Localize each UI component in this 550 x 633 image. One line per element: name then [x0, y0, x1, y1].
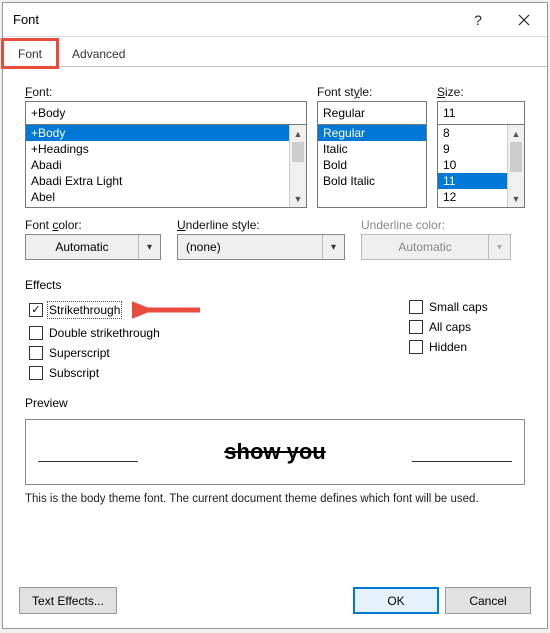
- font-label: Font:: [25, 85, 307, 99]
- size-label: Size:: [437, 85, 525, 99]
- list-item[interactable]: 10: [438, 157, 507, 173]
- checkbox-label: Small caps: [429, 300, 488, 314]
- tab-label: Advanced: [72, 47, 125, 61]
- combo-value: Automatic: [362, 235, 488, 259]
- checkbox-label: Superscript: [49, 346, 110, 360]
- checkbox-label: Subscript: [49, 366, 99, 380]
- font-color-combo[interactable]: Automatic ▾: [25, 234, 161, 260]
- titlebar: Font ?: [3, 3, 547, 37]
- checkbox-icon: [409, 340, 423, 354]
- window-title: Font: [13, 12, 455, 27]
- checkbox-icon: [29, 346, 43, 360]
- close-icon: [518, 14, 530, 26]
- text-effects-button[interactable]: Text Effects...: [19, 587, 117, 614]
- scrollbar[interactable]: ▲ ▼: [289, 125, 306, 207]
- dialog-content: Font: +Body+HeadingsAbadiAbadi Extra Lig…: [3, 67, 547, 577]
- underline-color-label: Underline color:: [361, 218, 511, 232]
- underline-style-combo[interactable]: (none) ▾: [177, 234, 345, 260]
- list-item[interactable]: Abel: [26, 189, 289, 205]
- combo-value: Automatic: [26, 235, 138, 259]
- chevron-down-icon: ▾: [488, 235, 510, 259]
- checkbox-label: Strikethrough: [49, 303, 120, 317]
- underline-color-combo: Automatic ▾: [361, 234, 511, 260]
- preview-text: show you: [224, 439, 325, 465]
- ok-button[interactable]: OK: [353, 587, 439, 614]
- list-item[interactable]: Abadi: [26, 157, 289, 173]
- tab-strip: Font Advanced: [3, 37, 547, 67]
- checkbox-icon: [29, 303, 43, 317]
- dialog-footer: Text Effects... OK Cancel: [3, 577, 547, 628]
- size-input[interactable]: [437, 101, 525, 125]
- list-item[interactable]: Italic: [318, 141, 426, 157]
- checkbox-strikethrough[interactable]: Strikethrough: [29, 300, 269, 320]
- preview-box: show you: [25, 419, 525, 485]
- checkbox-icon: [409, 300, 423, 314]
- effects-group: Strikethrough Double strikethrough Super…: [25, 298, 525, 382]
- checkbox-label: All caps: [429, 320, 471, 334]
- tab-label: Font: [18, 47, 42, 61]
- close-button[interactable]: [501, 4, 547, 36]
- checkbox-label: Hidden: [429, 340, 467, 354]
- list-item[interactable]: 9: [438, 141, 507, 157]
- font-color-label: Font color:: [25, 218, 161, 232]
- font-listbox[interactable]: +Body+HeadingsAbadiAbadi Extra LightAbel…: [25, 124, 307, 208]
- preview-description: This is the body theme font. The current…: [25, 493, 525, 505]
- checkbox-icon: [409, 320, 423, 334]
- chevron-down-icon: ▾: [322, 235, 344, 259]
- tab-advanced[interactable]: Advanced: [57, 40, 140, 67]
- chevron-down-icon: ▾: [138, 235, 160, 259]
- checkbox-double-strikethrough[interactable]: Double strikethrough: [29, 326, 269, 340]
- help-button[interactable]: ?: [455, 4, 501, 36]
- effects-group-label: Effects: [25, 278, 525, 292]
- list-item[interactable]: +Body: [26, 125, 289, 141]
- checkbox-icon: [29, 326, 43, 340]
- size-listbox[interactable]: 89101112 ▲ ▼: [437, 124, 525, 208]
- scroll-thumb[interactable]: [292, 142, 304, 162]
- checkbox-small-caps[interactable]: Small caps: [409, 300, 488, 314]
- tab-font[interactable]: Font: [3, 40, 57, 67]
- scroll-thumb[interactable]: [510, 142, 522, 172]
- scroll-down-icon[interactable]: ▼: [290, 190, 306, 207]
- scroll-up-icon[interactable]: ▲: [508, 125, 524, 142]
- color-row: Font color: Automatic ▾ Underline style:…: [25, 218, 525, 260]
- cancel-button[interactable]: Cancel: [445, 587, 531, 614]
- list-item[interactable]: Abadi Extra Light: [26, 173, 289, 189]
- checkbox-all-caps[interactable]: All caps: [409, 320, 488, 334]
- list-item[interactable]: 11: [438, 173, 507, 189]
- checkbox-hidden[interactable]: Hidden: [409, 340, 488, 354]
- list-item[interactable]: Regular: [318, 125, 426, 141]
- scrollbar[interactable]: ▲ ▼: [507, 125, 524, 207]
- scroll-up-icon[interactable]: ▲: [290, 125, 306, 142]
- list-item[interactable]: +Headings: [26, 141, 289, 157]
- list-item[interactable]: Bold Italic: [318, 173, 426, 189]
- checkbox-icon: [29, 366, 43, 380]
- scroll-down-icon[interactable]: ▼: [508, 190, 524, 207]
- font-style-label: Font style:: [317, 85, 427, 99]
- list-item[interactable]: 8: [438, 125, 507, 141]
- checkbox-superscript[interactable]: Superscript: [29, 346, 269, 360]
- font-style-listbox[interactable]: RegularItalicBoldBold Italic: [317, 124, 427, 208]
- combo-value: (none): [178, 235, 322, 259]
- font-input[interactable]: [25, 101, 307, 125]
- list-item[interactable]: Bold: [318, 157, 426, 173]
- preview-baseline: [38, 461, 138, 462]
- font-dialog: Font ? Font Advanced Font: +Body+Heading…: [2, 2, 548, 629]
- list-item[interactable]: 12: [438, 189, 507, 205]
- checkbox-subscript[interactable]: Subscript: [29, 366, 269, 380]
- preview-group-label: Preview: [25, 396, 525, 410]
- font-row: Font: +Body+HeadingsAbadiAbadi Extra Lig…: [25, 85, 525, 208]
- annotation-arrow-icon: [132, 300, 202, 320]
- preview-baseline: [412, 461, 512, 462]
- font-style-input[interactable]: [317, 101, 427, 125]
- checkbox-label: Double strikethrough: [49, 326, 160, 340]
- underline-style-label: Underline style:: [177, 218, 345, 232]
